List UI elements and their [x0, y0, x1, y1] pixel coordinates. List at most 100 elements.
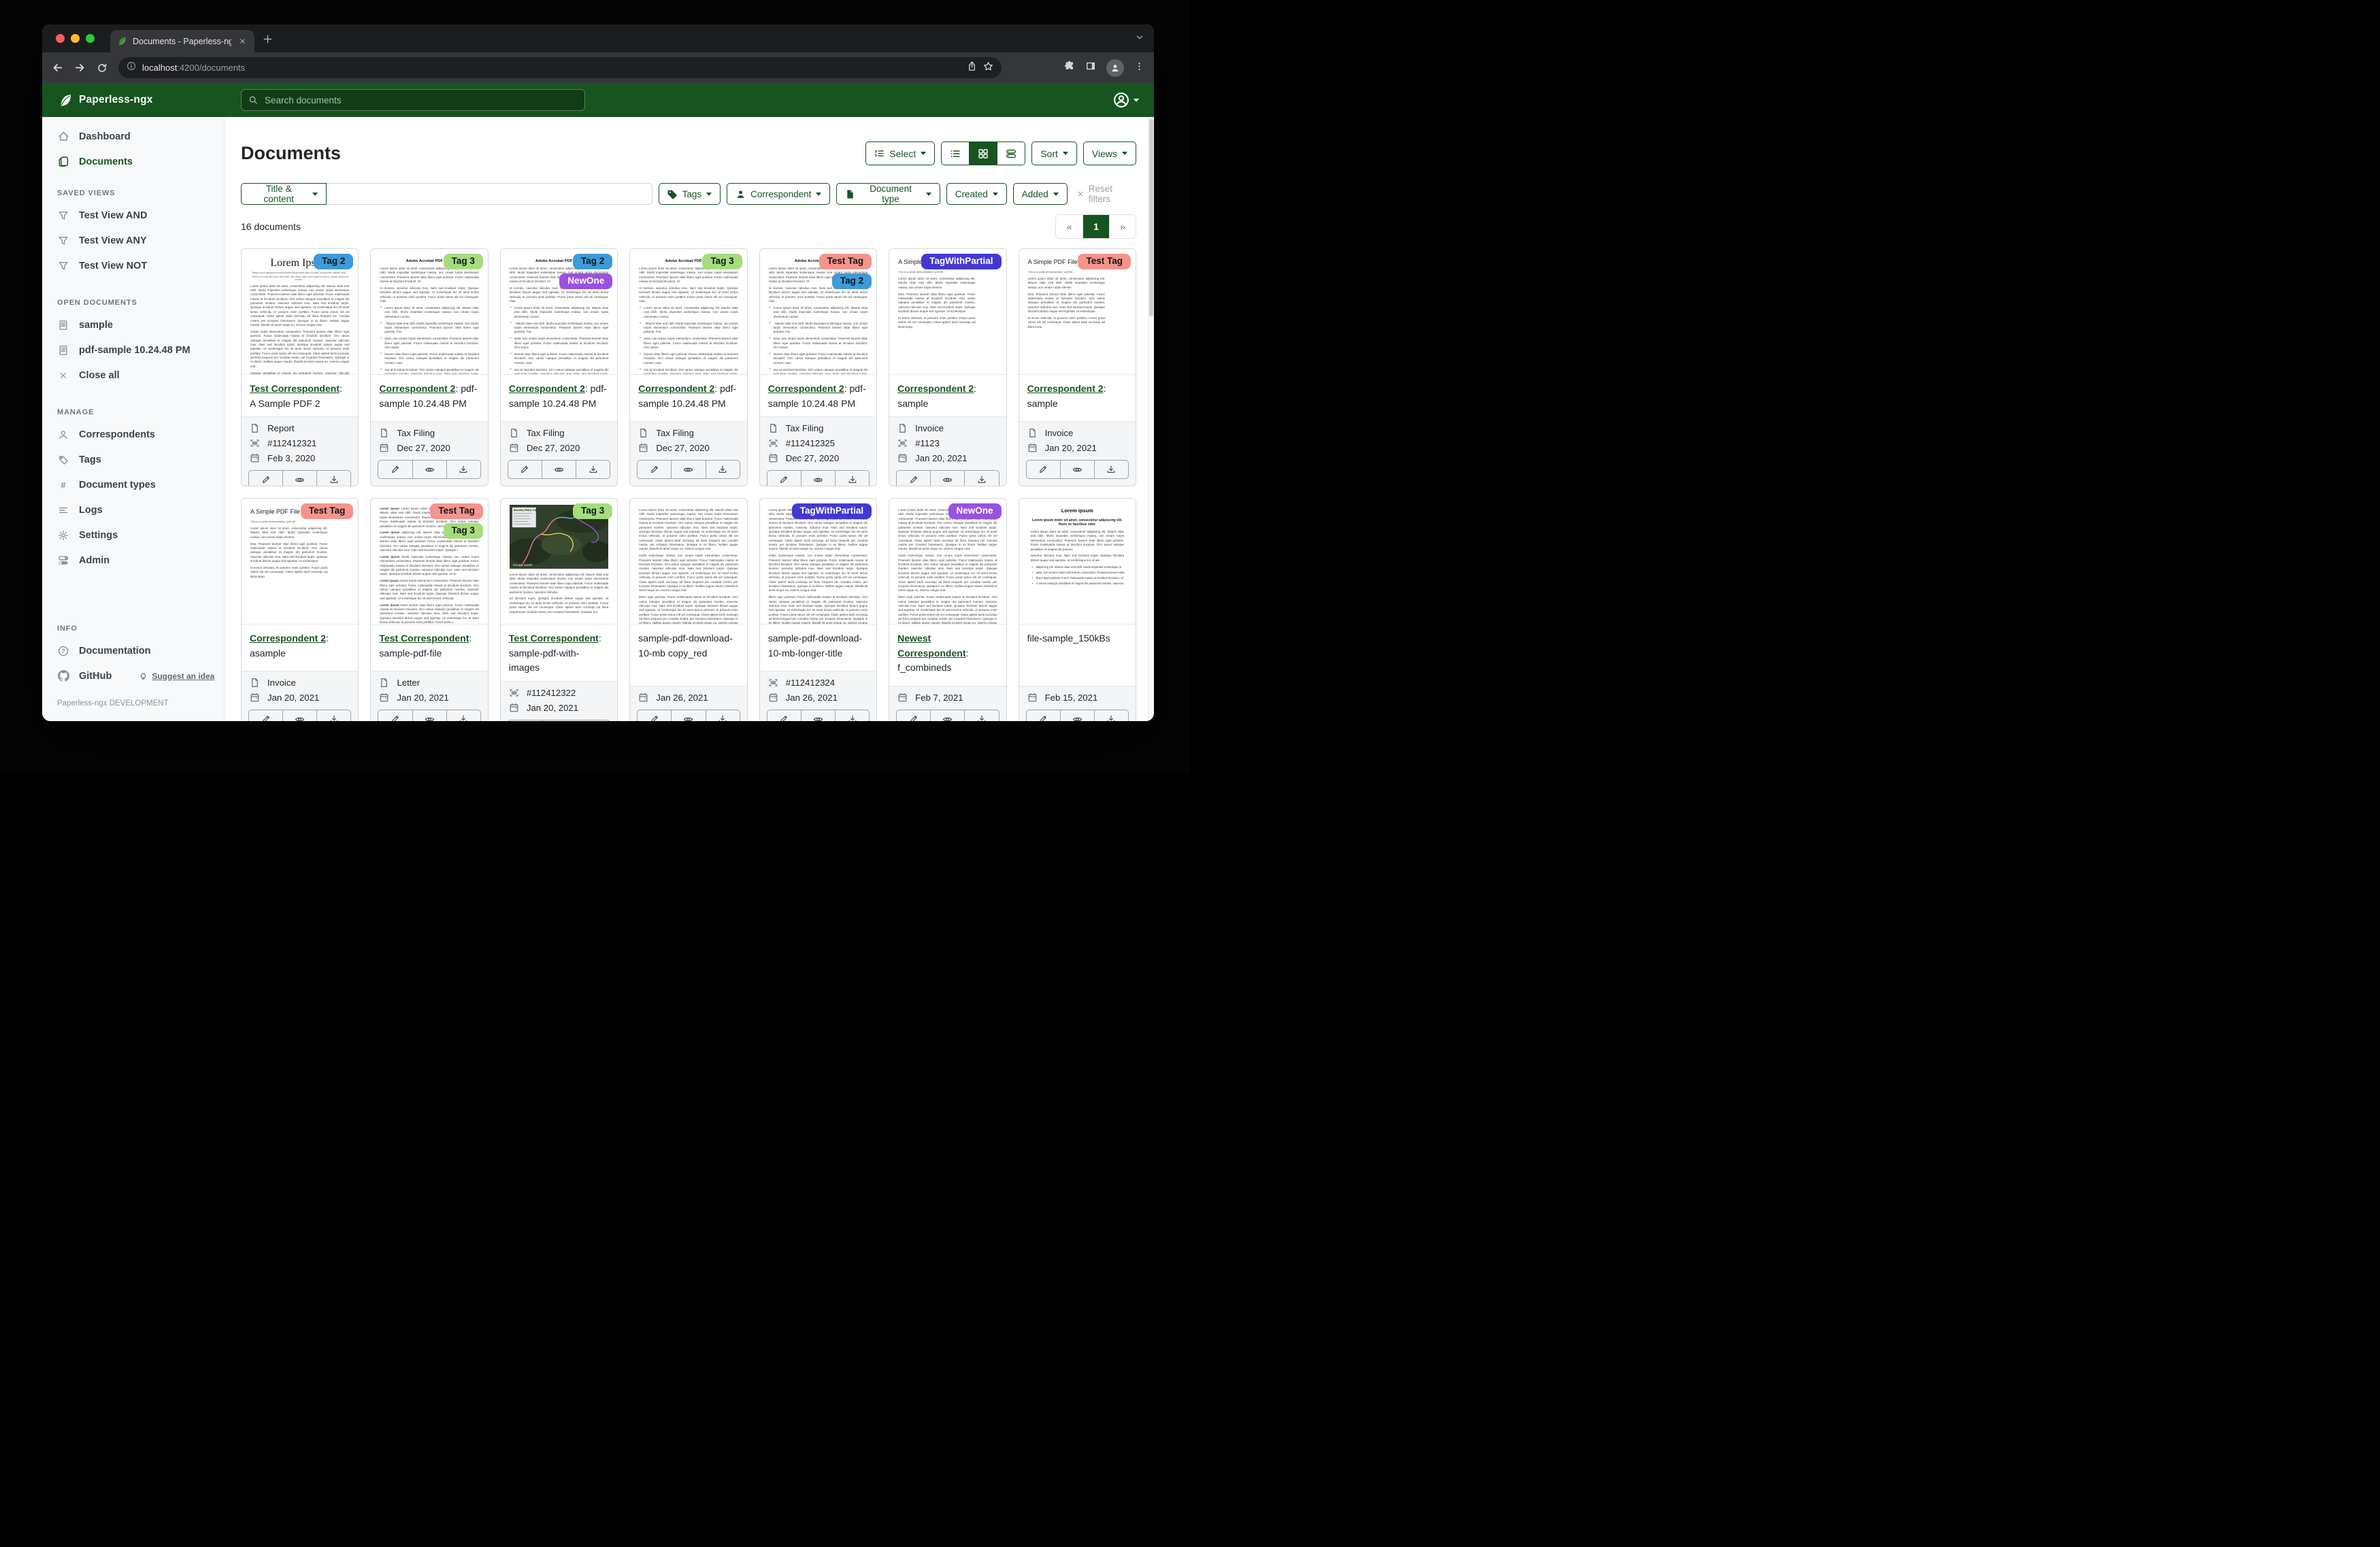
- download-button[interactable]: [706, 461, 740, 478]
- preview-button[interactable]: [282, 471, 316, 486]
- document-card[interactable]: Lorem ipsumLorem ipsum dolor sit amet, c…: [1019, 498, 1136, 721]
- correspondent-link[interactable]: Correspondent 2: [897, 383, 974, 394]
- edit-button[interactable]: [638, 710, 671, 721]
- tab-close-icon[interactable]: [237, 36, 248, 47]
- tag-badge[interactable]: NewOne: [948, 503, 1002, 519]
- document-thumbnail[interactable]: Lorem Ipsum"Neque porro quisquam est qui…: [242, 249, 358, 375]
- document-thumbnail[interactable]: A Simple PDF FileThis is a small demonst…: [889, 249, 1006, 375]
- correspondent-link[interactable]: Test Correspondent: [250, 383, 340, 394]
- filter-field-dropdown[interactable]: Title & content: [241, 183, 327, 205]
- sidebar-item-open-doc-sample[interactable]: sample: [42, 312, 224, 337]
- brand[interactable]: Paperless-ngx: [42, 93, 225, 107]
- extensions-puzzle-icon[interactable]: [1064, 61, 1075, 75]
- added-filter-button[interactable]: Added: [1013, 183, 1068, 205]
- maximize-window-button[interactable]: [86, 34, 95, 43]
- bookmark-star-icon[interactable]: [983, 61, 993, 75]
- correspondent-link[interactable]: Correspondent 2: [509, 383, 585, 394]
- download-button[interactable]: [576, 720, 610, 721]
- document-card[interactable]: A Simple PDF FileThis is a small demonst…: [241, 498, 359, 721]
- tag-badge[interactable]: Tag 3: [702, 254, 742, 269]
- document-thumbnail[interactable]: Adobe Acrobat PDF FilesLorem ipsum dolor…: [371, 249, 487, 375]
- document-card[interactable]: Adobe Acrobat PDF FilesLorem ipsum dolor…: [370, 248, 488, 486]
- document-thumbnail[interactable]: Adobe Acrobat PDF FilesLorem ipsum dolor…: [630, 249, 746, 375]
- document-type-filter-button[interactable]: Document type: [836, 183, 940, 205]
- document-thumbnail[interactable]: Boundary Waters Trip Google EarthLorem i…: [501, 499, 617, 625]
- sidebar-item-test-view-any[interactable]: Test View ANY: [42, 228, 224, 253]
- preview-button[interactable]: [1060, 461, 1094, 478]
- document-card[interactable]: A Simple PDF FileThis is a small demonst…: [1019, 248, 1136, 486]
- preview-button[interactable]: [671, 461, 705, 478]
- back-button[interactable]: [52, 62, 63, 73]
- document-card[interactable]: Lorem Ipsum Lorem ipsum dolor sit amet, …: [370, 498, 488, 721]
- document-thumbnail[interactable]: Lorem ipsum dolor sit amet, consectetur …: [760, 499, 876, 625]
- document-card[interactable]: Lorem ipsum dolor sit amet, consectetur …: [889, 498, 1006, 721]
- edit-button[interactable]: [508, 720, 542, 721]
- address-bar[interactable]: localhost:4200/documents: [118, 57, 1002, 78]
- document-card[interactable]: Adobe Acrobat PDF FilesLorem ipsum dolor…: [759, 248, 877, 486]
- sidebar-item-correspondents[interactable]: Correspondents: [42, 422, 224, 447]
- tag-badge[interactable]: TagWithPartial: [921, 254, 1001, 269]
- tag-badge[interactable]: Tag 2: [573, 254, 612, 269]
- tag-badge[interactable]: Test Tag: [430, 503, 483, 519]
- site-info-icon[interactable]: [127, 61, 136, 74]
- download-button[interactable]: [1094, 710, 1128, 721]
- global-search[interactable]: [241, 89, 585, 111]
- download-button[interactable]: [1094, 461, 1128, 478]
- correspondent-link[interactable]: Correspondent 2: [1027, 383, 1104, 394]
- sidebar-item-test-view-not[interactable]: Test View NOT: [42, 253, 224, 278]
- document-thumbnail[interactable]: Lorem Ipsum Lorem ipsum dolor sit amet, …: [371, 499, 487, 625]
- download-button[interactable]: [964, 471, 998, 486]
- tag-badge[interactable]: Test Tag: [1078, 254, 1131, 269]
- browser-menu-kebab-icon[interactable]: [1134, 61, 1144, 75]
- edit-button[interactable]: [1027, 710, 1060, 721]
- preview-button[interactable]: [930, 471, 964, 486]
- suggest-an-idea-link[interactable]: Suggest an idea: [139, 671, 214, 681]
- sidebar-item-open-doc-pdf-sample[interactable]: pdf-sample 10.24.48 PM: [42, 337, 224, 363]
- tag-badge[interactable]: Test Tag: [819, 254, 872, 269]
- browser-tab[interactable]: Documents - Paperless-ngx: [110, 30, 254, 52]
- sidebar-item-tags[interactable]: Tags: [42, 447, 224, 472]
- tag-badge[interactable]: Test Tag: [301, 503, 354, 519]
- edit-button[interactable]: [767, 471, 801, 486]
- document-thumbnail[interactable]: Adobe Acrobat PDF FilesLorem ipsum dolor…: [760, 249, 876, 375]
- download-button[interactable]: [446, 710, 480, 721]
- document-thumbnail[interactable]: A Simple PDF FileThis is a small demonst…: [242, 499, 358, 625]
- correspondent-link[interactable]: Test Correspondent: [379, 633, 469, 644]
- preview-button[interactable]: [930, 710, 964, 721]
- correspondent-filter-button[interactable]: Correspondent: [727, 183, 830, 205]
- edit-button[interactable]: [378, 710, 412, 721]
- tag-badge[interactable]: NewOne: [559, 273, 612, 289]
- sidebar-item-logs[interactable]: Logs: [42, 497, 224, 522]
- sidebar-item-test-view-and[interactable]: Test View AND: [42, 203, 224, 228]
- preview-button[interactable]: [671, 710, 705, 721]
- preview-button[interactable]: [412, 710, 446, 721]
- tag-badge[interactable]: Tag 3: [444, 523, 483, 539]
- tag-badge[interactable]: TagWithPartial: [792, 503, 872, 519]
- document-thumbnail[interactable]: Lorem ipsum dolor sit amet, consectetur …: [889, 499, 1006, 625]
- document-card[interactable]: Lorem ipsum dolor sit amet, consectetur …: [629, 498, 747, 721]
- tag-badge[interactable]: Tag 3: [444, 254, 483, 269]
- sidebar-item-documentation[interactable]: Documentation: [42, 638, 224, 663]
- preview-button[interactable]: [412, 461, 446, 478]
- edit-button[interactable]: [767, 710, 801, 721]
- download-button[interactable]: [835, 471, 869, 486]
- minimize-window-button[interactable]: [71, 34, 80, 43]
- preview-button[interactable]: [282, 710, 316, 721]
- edit-button[interactable]: [1027, 461, 1060, 478]
- created-filter-button[interactable]: Created: [946, 183, 1007, 205]
- download-button[interactable]: [706, 710, 740, 721]
- sidebar-item-admin[interactable]: Admin: [42, 548, 224, 573]
- sidebar-item-dashboard[interactable]: Dashboard: [42, 124, 224, 149]
- reset-filters-button[interactable]: Reset filters: [1076, 184, 1136, 204]
- sidebar-item-settings[interactable]: Settings: [42, 522, 224, 548]
- sidebar-item-document-types[interactable]: Document types: [42, 472, 224, 497]
- edit-button[interactable]: [897, 471, 930, 486]
- correspondent-link[interactable]: Correspondent 2: [250, 633, 326, 644]
- detail-view-button[interactable]: [997, 142, 1025, 165]
- edit-button[interactable]: [897, 710, 930, 721]
- document-card[interactable]: Lorem Ipsum"Neque porro quisquam est qui…: [241, 248, 359, 486]
- search-input[interactable]: [263, 95, 578, 106]
- document-thumbnail[interactable]: Lorem ipsum dolor sit amet, consectetur …: [630, 499, 746, 625]
- close-window-button[interactable]: [56, 34, 65, 43]
- select-dropdown-button[interactable]: Select: [865, 142, 935, 165]
